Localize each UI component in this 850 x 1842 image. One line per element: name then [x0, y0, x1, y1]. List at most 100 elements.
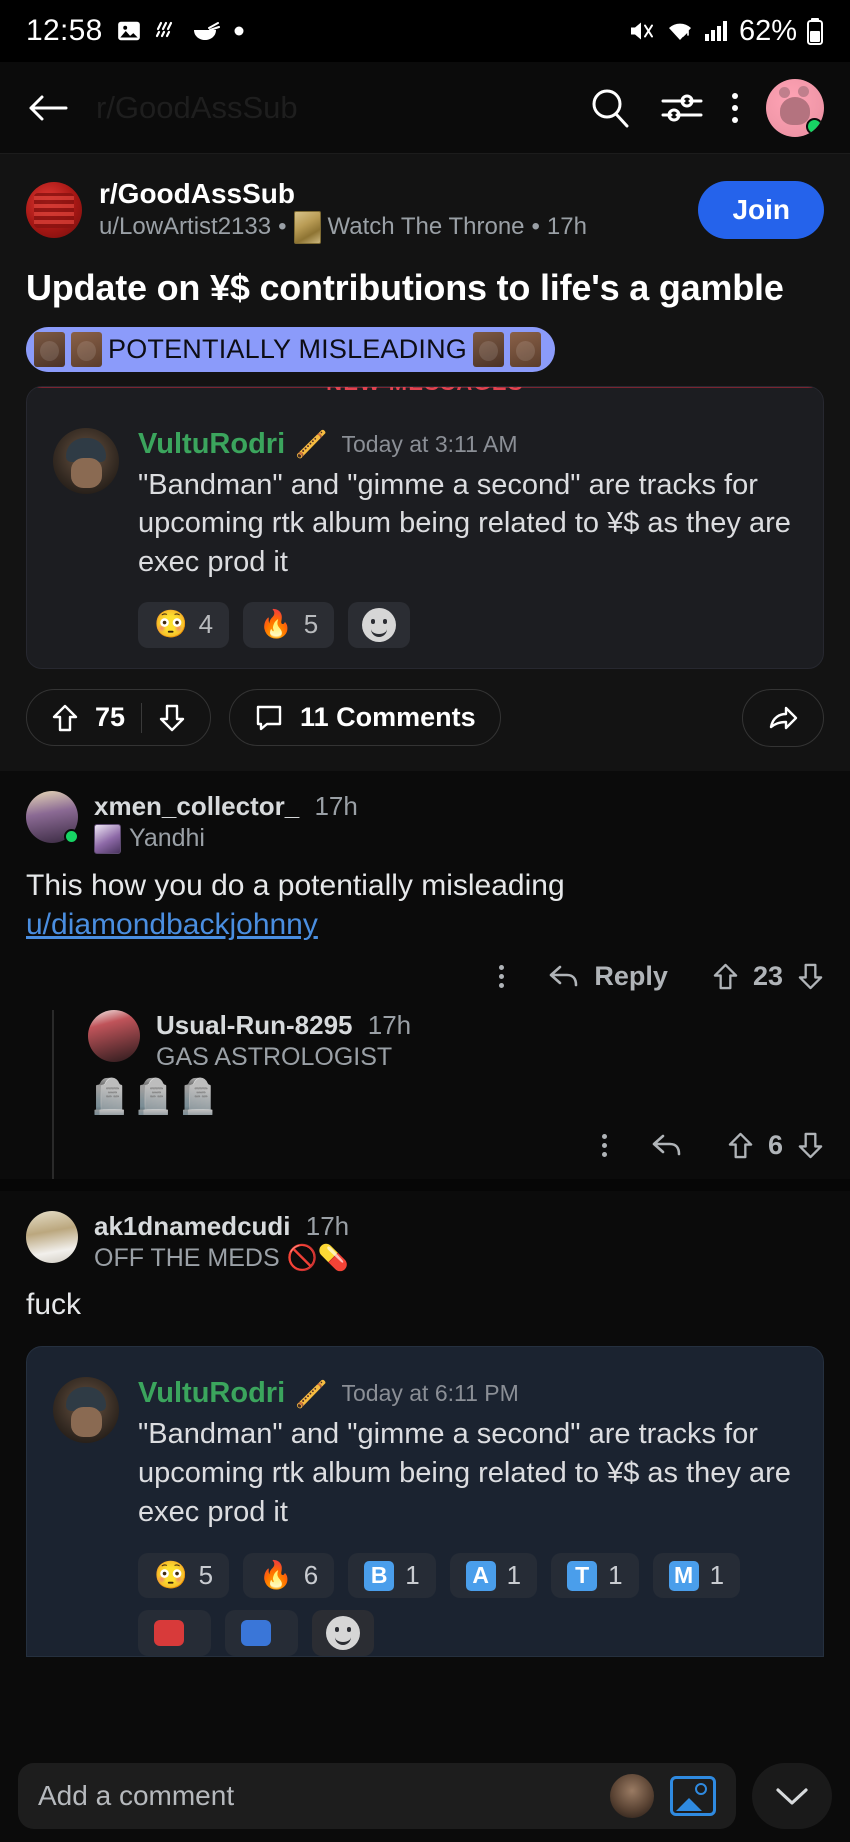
user-mention-link[interactable]: u/diamondbackjohnny — [26, 908, 318, 941]
post-action-bar: 75 11 Comments — [26, 669, 824, 771]
downvote-icon[interactable] — [158, 703, 186, 733]
emoji-avatar-icon[interactable] — [610, 1774, 654, 1818]
new-messages-divider: NEW MESSAGES — [27, 386, 823, 398]
comment-bubble-icon — [254, 703, 284, 733]
upvote-icon[interactable] — [712, 962, 739, 991]
comment-username[interactable]: ak1dnamedcudi 17h — [94, 1211, 824, 1242]
reaction-chip[interactable]: A 1 — [449, 1553, 538, 1599]
toolbar-title: r/GoodAssSub — [96, 89, 298, 125]
comment-username-text: ak1dnamedcudi — [94, 1210, 291, 1241]
toolbar-actions — [588, 78, 824, 137]
comment-username[interactable]: Usual-Run-8295 17h — [156, 1010, 824, 1041]
post-age: 17h — [546, 213, 587, 241]
comment-age: 17h — [314, 790, 358, 821]
comment-username[interactable]: xmen_collector_ 17h — [94, 791, 824, 822]
post-flair-label: POTENTIALLY MISLEADING — [108, 333, 467, 364]
reaction-chip[interactable]: 🔥 6 — [243, 1553, 335, 1599]
avatar-image — [88, 1009, 140, 1062]
battery-percent: 62% — [738, 14, 797, 47]
post: r/GoodAssSub u/LowArtist2133 • Watch The… — [0, 154, 850, 771]
comment-body: This how you do a potentially misleading… — [26, 866, 824, 945]
comment-score: 6 — [767, 1129, 783, 1160]
avatar-image — [26, 1210, 78, 1263]
discord-screenshot-bottom[interactable]: VultuRodri 🪈 Today at 6:11 PM "Bandman" … — [26, 1346, 824, 1658]
discord-message-header: VultuRodri 🪈 Today at 6:11 PM — [138, 1377, 797, 1410]
image-icon[interactable] — [670, 1776, 716, 1816]
discord-reactions: 😳 4 🔥 5 — [138, 601, 797, 648]
comments-button[interactable]: 11 Comments — [229, 689, 501, 747]
smiley-icon — [326, 1616, 360, 1651]
flair-face-icon-3 — [473, 331, 504, 367]
reaction-chip[interactable]: M 1 — [652, 1553, 741, 1599]
search-icon[interactable] — [588, 86, 632, 130]
add-reaction-button[interactable] — [348, 601, 411, 648]
post-flair-badge[interactable]: POTENTIALLY MISLEADING — [26, 326, 555, 372]
post-author[interactable]: u/LowArtist2133 — [99, 211, 271, 243]
back-arrow-icon[interactable] — [26, 89, 70, 127]
online-status-dot — [806, 117, 823, 135]
comment-ak1dnamedcudi: ak1dnamedcudi 17h OFF THE MEDS 🚫💊 fuck V… — [0, 1191, 850, 1658]
join-button[interactable]: Join — [698, 181, 824, 239]
reaction-chip[interactable] — [225, 1610, 298, 1657]
subreddit-name[interactable]: r/GoodAssSub — [99, 176, 681, 211]
share-button[interactable] — [742, 688, 824, 747]
online-status-dot — [64, 828, 79, 844]
discord-message: VultuRodri 🪈 Today at 3:11 AM "Bandman" … — [27, 398, 823, 668]
comment-flair-text: Yandhi — [129, 824, 205, 853]
comment-xmen-collector: xmen_collector_ 17h Yandhi This how you … — [0, 771, 850, 1179]
comments-count-label: 11 Comments — [300, 702, 476, 733]
comment-flair: OFF THE MEDS 🚫💊 — [94, 1244, 824, 1273]
phone-screen: 12:58 62% r/GoodAssSub r/GoodAssSub u/Lo… — [0, 0, 850, 1842]
downvote-icon[interactable] — [797, 962, 824, 991]
battery-icon — [806, 17, 824, 45]
reaction-emoji: M — [668, 1560, 699, 1591]
comment-identity: ak1dnamedcudi 17h OFF THE MEDS 🚫💊 — [94, 1211, 824, 1273]
reaction-emoji — [154, 1620, 184, 1647]
app-toolbar: r/GoodAssSub — [0, 62, 850, 154]
reply-button[interactable]: Reply — [548, 961, 668, 992]
comment-username-text: Usual-Run-8295 — [156, 1009, 353, 1040]
avatar[interactable] — [26, 790, 79, 844]
add-reaction-button[interactable] — [312, 1610, 374, 1657]
discord-screenshot-top[interactable]: NEW MESSAGES VultuRodri 🪈 Today at 3:11 … — [26, 385, 824, 669]
reaction-chip[interactable]: 😳 4 — [138, 601, 230, 648]
reaction-emoji: B — [364, 1560, 395, 1591]
avatar[interactable] — [88, 1009, 140, 1062]
vote-count: 75 — [95, 702, 126, 733]
reaction-emoji: A — [465, 1560, 496, 1591]
reply-arrow-icon[interactable] — [651, 1132, 683, 1158]
chevron-down-icon[interactable] — [752, 1763, 832, 1829]
more-vertical-icon[interactable] — [732, 92, 738, 123]
wifi-icon — [665, 18, 695, 44]
more-vertical-icon[interactable] — [601, 1133, 607, 1157]
comment-body: 🪦🪦🪦 — [88, 1077, 222, 1116]
downvote-icon[interactable] — [797, 1131, 824, 1160]
comment-action-bar: 6 — [88, 1114, 824, 1179]
sort-icon[interactable] — [660, 90, 704, 126]
reply-label: Reply — [594, 960, 668, 991]
signal-icon — [704, 19, 730, 43]
post-byline: u/LowArtist2133 • Watch The Throne • 17h — [99, 211, 681, 244]
avatar[interactable] — [26, 1210, 78, 1263]
comment-header: Usual-Run-8295 17h GAS ASTROLOGIST — [88, 1009, 824, 1072]
comment-flair: Yandhi — [94, 823, 824, 854]
upvote-icon[interactable] — [51, 703, 79, 733]
weather-icon — [155, 19, 179, 43]
user-avatar[interactable] — [766, 78, 824, 137]
add-comment-field[interactable]: Add a comment — [18, 1763, 736, 1829]
subreddit-icon[interactable] — [26, 182, 82, 238]
flute-badge-icon: 🪈 — [295, 1378, 328, 1409]
more-vertical-icon[interactable] — [499, 964, 505, 988]
reaction-chip[interactable]: B 1 — [348, 1553, 436, 1599]
reaction-chip[interactable]: 🔥 5 — [243, 601, 335, 648]
comment-flair-text: GAS ASTROLOGIST — [156, 1042, 393, 1071]
reaction-chip[interactable]: 😳 5 — [138, 1553, 230, 1599]
discord-message-body: VultuRodri 🪈 Today at 6:11 PM "Bandman" … — [138, 1377, 797, 1657]
upvote-icon[interactable] — [727, 1131, 754, 1160]
reaction-count: 1 — [608, 1560, 623, 1591]
comment-divider — [0, 1178, 850, 1191]
reaction-chip[interactable] — [138, 1610, 211, 1657]
reaction-chip[interactable]: T 1 — [551, 1553, 639, 1599]
discord-avatar — [53, 1377, 119, 1444]
share-icon — [767, 703, 799, 733]
